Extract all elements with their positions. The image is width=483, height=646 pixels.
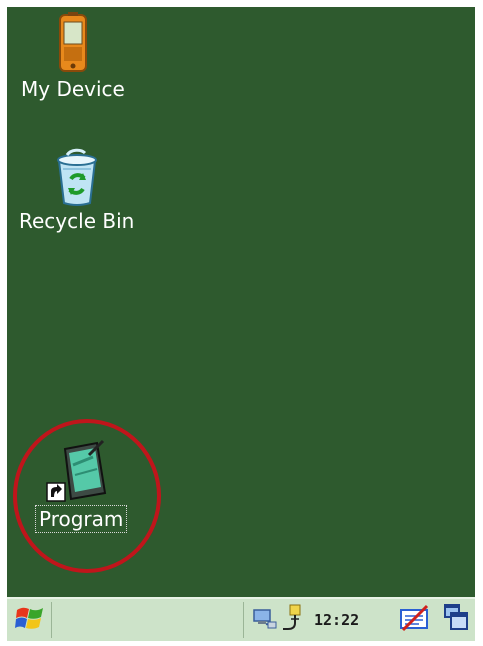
- desktop-icon-label: Recycle Bin: [19, 209, 135, 233]
- usb-connection-icon[interactable]: [282, 603, 304, 637]
- desktop-icon-recycle-bin[interactable]: Recycle Bin: [17, 147, 136, 233]
- desktop-icon-label: Program: [34, 505, 128, 533]
- desktop-icon-program[interactable]: Program: [34, 435, 128, 533]
- windows-flag-icon: [15, 604, 45, 636]
- window-switcher-icon: [443, 603, 469, 637]
- clock[interactable]: 12:22: [314, 611, 359, 629]
- program-shortcut-icon: [45, 435, 117, 507]
- desktop-icon-label: My Device: [21, 77, 125, 101]
- taskbar: 12:22: [7, 597, 475, 641]
- start-button[interactable]: [9, 602, 52, 638]
- desktop-icon-my-device[interactable]: My Device: [19, 11, 127, 101]
- device-screen: My Device Recycle Bin Program 12:22: [7, 7, 475, 641]
- recycle-bin-icon: [49, 147, 105, 209]
- input-panel-icon: [399, 604, 431, 636]
- system-tray: 12:22: [243, 602, 391, 638]
- pda-device-icon: [53, 11, 93, 77]
- desktop[interactable]: My Device Recycle Bin Program: [7, 7, 475, 597]
- network-icon[interactable]: [252, 606, 278, 634]
- window-switcher-button[interactable]: [439, 602, 473, 638]
- input-panel-button[interactable]: [395, 602, 435, 638]
